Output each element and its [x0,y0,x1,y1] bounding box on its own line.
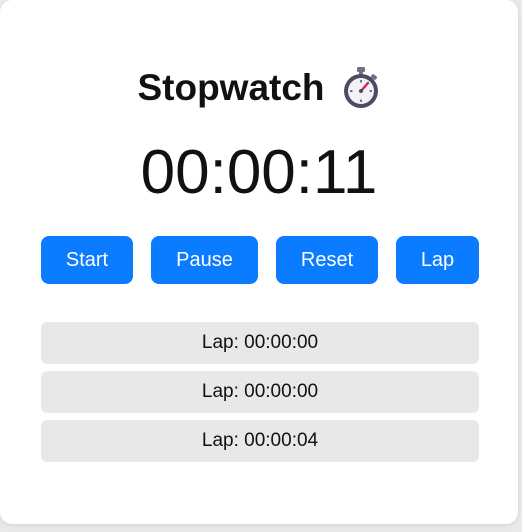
start-button[interactable]: Start [41,236,133,284]
lap-item: Lap: 00:00:00 [41,371,479,413]
lap-item: Lap: 00:00:00 [41,322,479,364]
lap-list: Lap: 00:00:00 Lap: 00:00:00 Lap: 00:00:0… [41,322,479,469]
stopwatch-card: Stopwatch 00:00:11 Start Pause Reset Lap… [0,0,518,524]
stopwatch-icon [341,66,381,110]
header: Stopwatch [0,64,518,112]
pause-button[interactable]: Pause [151,236,258,284]
page-title: Stopwatch [137,67,325,108]
lap-button[interactable]: Lap [396,236,479,284]
reset-button[interactable]: Reset [276,236,378,284]
elapsed-time-display: 00:00:11 [140,138,378,207]
lap-item: Lap: 00:00:04 [41,420,479,462]
